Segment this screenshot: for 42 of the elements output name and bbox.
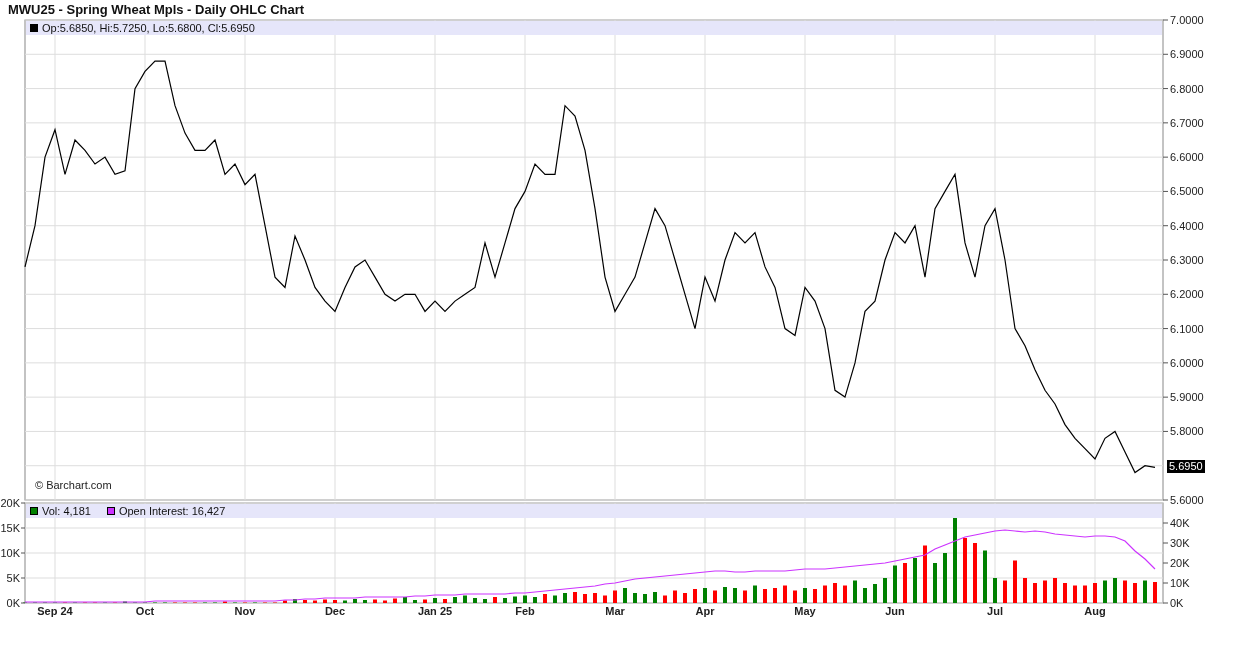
axis-label: 0K [1170, 597, 1184, 609]
axis-label: 6.2000 [1170, 288, 1204, 301]
axis-label: 6.6000 [1170, 151, 1204, 164]
axis-label: Feb [515, 605, 535, 617]
axis-label: Nov [234, 605, 256, 617]
axis-label: Jul [987, 605, 1003, 617]
axis-label: Dec [324, 605, 346, 617]
legend-label: Vol: 4,181 [42, 505, 91, 517]
axis-label: 6.4000 [1170, 219, 1204, 232]
axis-label: Aug [1084, 605, 1106, 617]
axis-label: 10K [0, 547, 20, 559]
legend-label: Open Interest: 16,427 [118, 505, 226, 517]
axis-label: Sep 24 [37, 605, 73, 617]
axis-label: 6.7000 [1170, 116, 1204, 129]
chart-title: MWU25 - Spring Wheat Mpls - Daily OHLC Chart [8, 2, 305, 16]
axis-label: 10K [1170, 577, 1190, 589]
axis-label: 6.0000 [1170, 356, 1204, 369]
axis-label: 5.8000 [1170, 425, 1204, 438]
axis-label: Jun [885, 605, 905, 617]
axis-label: 6.5000 [1170, 185, 1204, 198]
axis-label: Jan 25 [417, 605, 453, 617]
axis-label: Oct [135, 605, 155, 617]
axis-label: 6.3000 [1170, 254, 1204, 266]
last-price-label: 5.6950 [1167, 460, 1205, 474]
ohlc-legend: Op:5.6850, Hi:5.7250, Lo:5.6800, Cl:5.6950 [42, 22, 255, 34]
axis-label: May [794, 605, 816, 617]
axis-label: 6.9000 [1170, 48, 1204, 61]
axis-label: 15K [0, 522, 20, 534]
axis-label: 40K [1170, 517, 1190, 529]
axis-label: 5K [6, 572, 20, 584]
axis-label: Apr [695, 605, 715, 617]
axis-label: 5.9000 [1170, 391, 1204, 404]
axis-label: Mar [605, 605, 625, 617]
credit-text: © Barchart.com [35, 480, 112, 491]
axis-label: 6.8000 [1170, 82, 1204, 95]
axis-label: 0K [6, 597, 20, 609]
axis-label: 6.1000 [1170, 322, 1204, 335]
axis-label: 30K [1170, 537, 1190, 549]
axis-label: 20K [0, 497, 20, 509]
axis-label: 5.6000 [1170, 494, 1204, 506]
axis-label: 20K [1170, 557, 1190, 569]
axis-label: 7.0000 [1170, 14, 1204, 26]
